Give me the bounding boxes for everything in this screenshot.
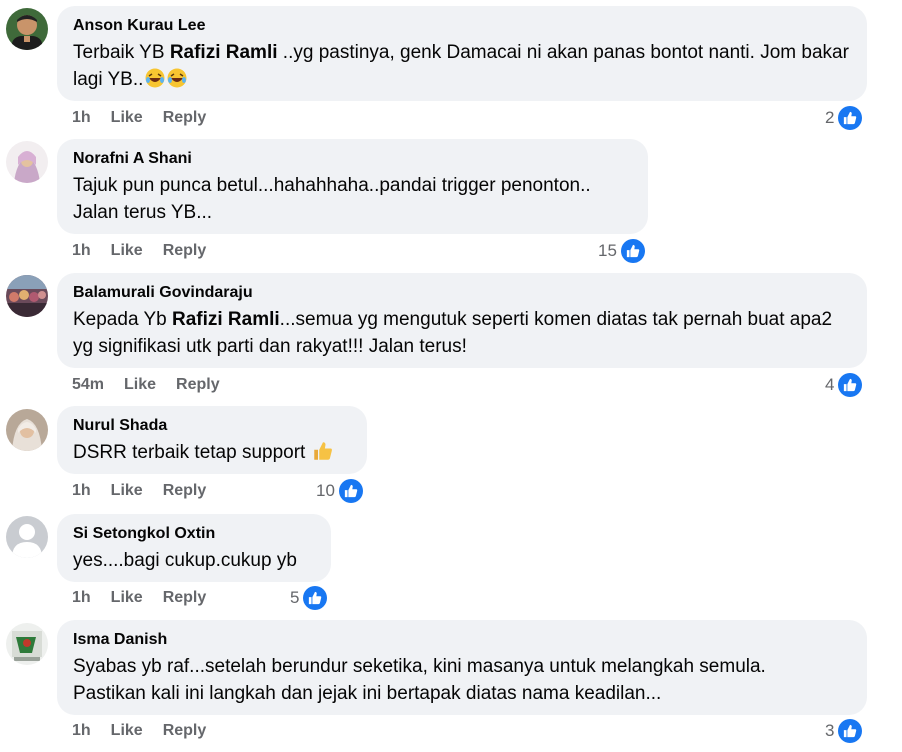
commenter-name[interactable]: Nurul Shada	[73, 416, 351, 436]
comment-text: yes....bagi cukup.cukup yb	[73, 550, 297, 571]
comment-text: Tajuk pun punca betul...hahahhaha..panda…	[73, 175, 591, 223]
comment-bubble: Balamurali Govindaraju Kepada Yb Rafizi …	[57, 273, 867, 368]
reaction-count[interactable]: 2	[825, 106, 863, 130]
laughing-emoji-icon	[145, 68, 165, 88]
thumbs-up-icon	[838, 373, 863, 397]
comment-actions: 1h Like Reply	[72, 722, 206, 740]
thumbs-up-icon	[838, 106, 863, 130]
thumbs-up-icon	[338, 479, 363, 503]
timestamp[interactable]: 1h	[72, 722, 91, 740]
thumbs-up-emoji-icon	[313, 441, 333, 461]
mention-link[interactable]: Rafizi Ramli	[170, 42, 278, 63]
thumbs-up-icon	[303, 586, 328, 610]
like-button[interactable]: Like	[124, 376, 156, 394]
timestamp[interactable]: 54m	[72, 376, 104, 394]
reaction-count[interactable]: 3	[825, 719, 863, 743]
avatar[interactable]	[6, 8, 48, 50]
commenter-name[interactable]: Balamurali Govindaraju	[73, 283, 851, 303]
commenter-name[interactable]: Norafni A Shani	[73, 149, 632, 169]
like-button[interactable]: Like	[111, 109, 143, 127]
avatar[interactable]	[6, 409, 48, 451]
reply-button[interactable]: Reply	[163, 242, 207, 260]
comment-text: Syabas yb raf...setelah berundur seketik…	[73, 656, 766, 704]
reply-button[interactable]: Reply	[163, 482, 207, 500]
reaction-count[interactable]: 15	[598, 239, 645, 263]
comment-actions: 1h Like Reply	[72, 482, 206, 500]
thumbs-up-icon	[838, 719, 863, 743]
comment-bubble: Si Setongkol Oxtin yes....bagi cukup.cuk…	[57, 514, 331, 582]
avatar[interactable]	[6, 623, 48, 665]
comment-actions: 1h Like Reply	[72, 109, 206, 127]
timestamp[interactable]: 1h	[72, 589, 91, 607]
timestamp[interactable]: 1h	[72, 242, 91, 260]
avatar[interactable]	[6, 141, 48, 183]
comment-actions: 1h Like Reply	[72, 242, 206, 260]
comment-text: Kepada Yb Rafizi Ramli...semua yg mengut…	[73, 309, 838, 357]
like-button[interactable]: Like	[111, 722, 143, 740]
comment-bubble: Nurul Shada DSRR terbaik tetap support	[57, 406, 367, 474]
avatar[interactable]	[6, 516, 48, 558]
commenter-name[interactable]: Anson Kurau Lee	[73, 16, 851, 36]
reply-button[interactable]: Reply	[176, 376, 220, 394]
reaction-count[interactable]: 10	[316, 479, 363, 503]
commenter-name[interactable]: Isma Danish	[73, 630, 851, 650]
timestamp[interactable]: 1h	[72, 109, 91, 127]
comment-bubble: Anson Kurau Lee Terbaik YB Rafizi Ramli …	[57, 6, 867, 101]
reaction-count[interactable]: 5	[290, 586, 328, 610]
reply-button[interactable]: Reply	[163, 722, 207, 740]
like-button[interactable]: Like	[111, 482, 143, 500]
comment-bubble: Isma Danish Syabas yb raf...setelah beru…	[57, 620, 867, 715]
like-button[interactable]: Like	[111, 242, 143, 260]
laughing-emoji-icon	[167, 68, 187, 88]
timestamp[interactable]: 1h	[72, 482, 91, 500]
like-button[interactable]: Like	[111, 589, 143, 607]
comment-actions: 54m Like Reply	[72, 376, 220, 394]
avatar[interactable]	[6, 275, 48, 317]
comment-bubble: Norafni A Shani Tajuk pun punca betul...…	[57, 139, 648, 234]
mention-link[interactable]: Rafizi Ramli	[172, 309, 280, 330]
reaction-count[interactable]: 4	[825, 373, 863, 397]
commenter-name[interactable]: Si Setongkol Oxtin	[73, 524, 315, 544]
comment-actions: 1h Like Reply	[72, 589, 206, 607]
thumbs-up-icon	[620, 239, 645, 263]
comment-text: DSRR terbaik tetap support	[73, 439, 351, 466]
reply-button[interactable]: Reply	[163, 589, 207, 607]
reply-button[interactable]: Reply	[163, 109, 207, 127]
comment-text: Terbaik YB Rafizi Ramli ..yg pastinya, g…	[73, 42, 855, 90]
